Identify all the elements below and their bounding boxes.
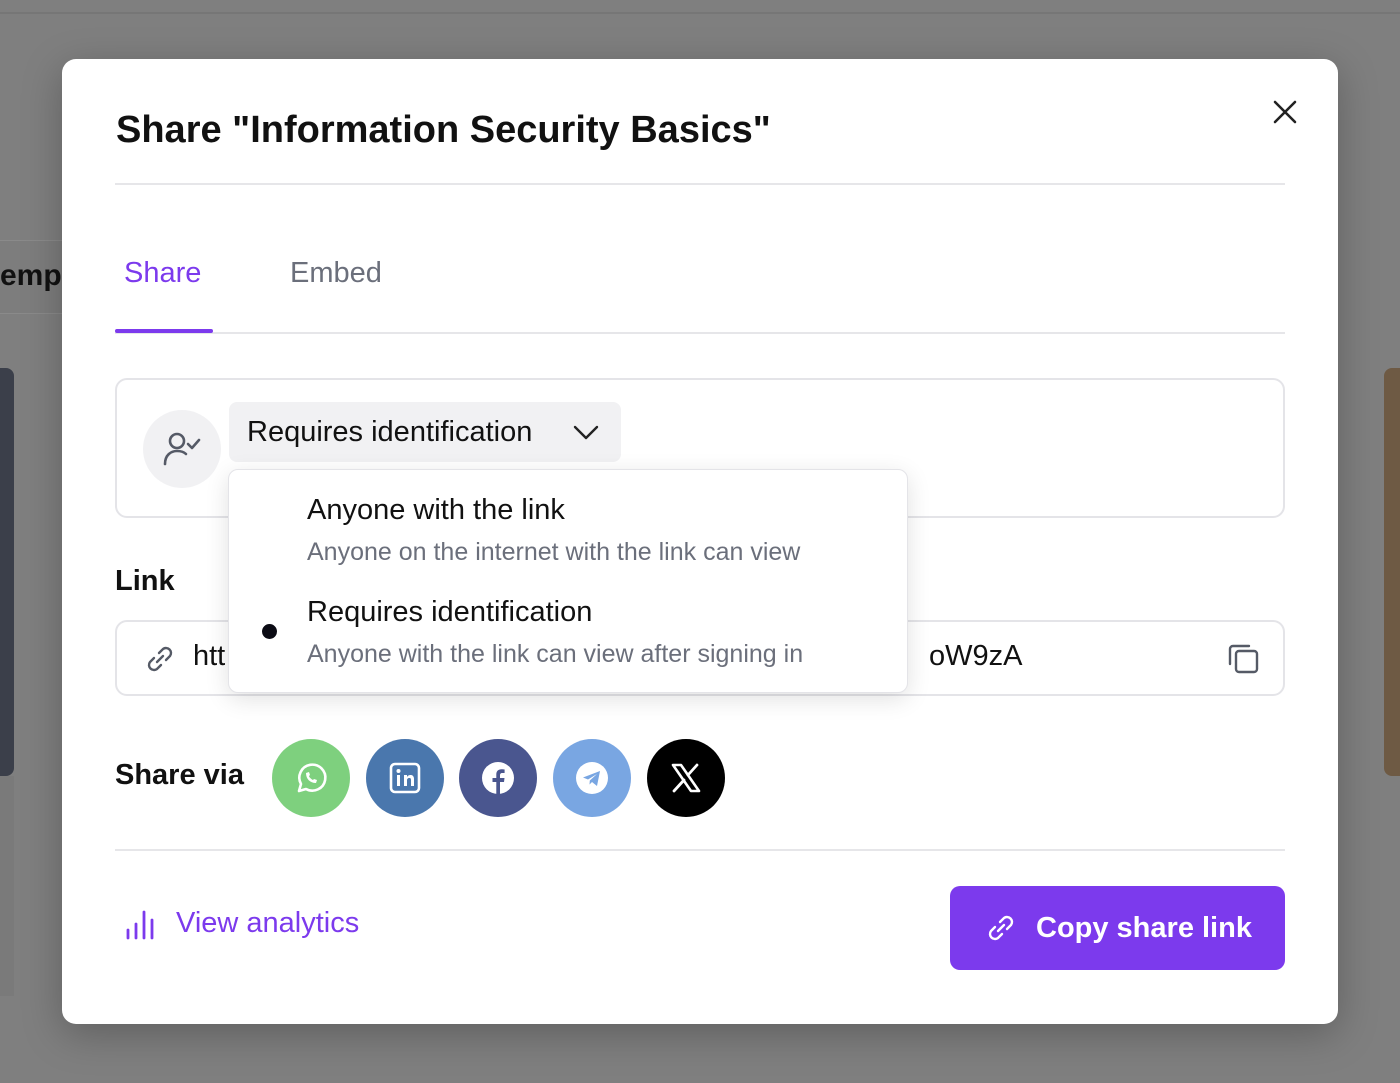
copy-share-link-label: Copy share link (1036, 911, 1252, 944)
user-check-icon (163, 432, 201, 466)
facebook-icon (482, 762, 514, 794)
view-analytics-link[interactable]: View analytics (124, 907, 359, 940)
x-icon (671, 763, 701, 793)
access-level-dropdown: Anyone with the link Anyone on the inter… (228, 469, 908, 693)
copy-share-link-button[interactable]: Copy share link (950, 886, 1285, 970)
access-level-value: Requires identification (247, 415, 533, 448)
access-option-label: Anyone with the link (307, 494, 565, 526)
link-label: Link (115, 565, 175, 597)
chevron-down-icon (573, 425, 599, 440)
modal-title: Share "Information Security Basics" (116, 109, 771, 151)
close-button[interactable] (1268, 95, 1302, 129)
background-card-left-lower (0, 776, 14, 996)
access-option-requires-identification[interactable]: Requires identification Anyone with the … (229, 586, 909, 686)
share-whatsapp-button[interactable] (272, 739, 350, 817)
header-divider (115, 183, 1285, 185)
link-icon (988, 915, 1014, 941)
tabs-divider (115, 332, 1285, 334)
whatsapp-icon (297, 763, 327, 793)
tab-share[interactable]: Share (124, 257, 201, 290)
access-option-description: Anyone with the link can view after sign… (307, 640, 804, 668)
selected-indicator-dot (262, 624, 277, 639)
access-option-anyone[interactable]: Anyone with the link Anyone on the inter… (229, 484, 909, 584)
active-tab-indicator (115, 329, 213, 333)
background-tab-fragment: empt (0, 240, 70, 314)
share-via-label: Share via (115, 759, 244, 791)
access-option-description: Anyone on the internet with the link can… (307, 538, 801, 566)
share-modal: Share "Information Security Basics" Shar… (62, 59, 1338, 1024)
share-linkedin-button[interactable] (366, 739, 444, 817)
background-card-right (1384, 368, 1400, 776)
access-avatar (143, 410, 221, 488)
bar-chart-icon (126, 910, 154, 939)
share-link-text-end: oW9zA (929, 640, 1023, 672)
background-tab-label: empt (0, 259, 62, 292)
share-x-button[interactable] (647, 739, 725, 817)
telegram-icon (576, 762, 608, 794)
background-top-border (0, 12, 1400, 14)
share-telegram-button[interactable] (553, 739, 631, 817)
tab-bar: Share Embed (115, 249, 1285, 335)
footer-divider (115, 849, 1285, 851)
close-icon (1273, 100, 1297, 124)
share-facebook-button[interactable] (459, 739, 537, 817)
access-level-select[interactable]: Requires identification (229, 402, 621, 462)
tab-embed[interactable]: Embed (290, 257, 382, 290)
copy-icon[interactable] (1225, 640, 1261, 676)
background-card-left (0, 368, 14, 776)
view-analytics-label: View analytics (176, 907, 360, 939)
access-option-label: Requires identification (307, 596, 593, 628)
link-icon (147, 646, 173, 672)
linkedin-icon (389, 762, 421, 794)
